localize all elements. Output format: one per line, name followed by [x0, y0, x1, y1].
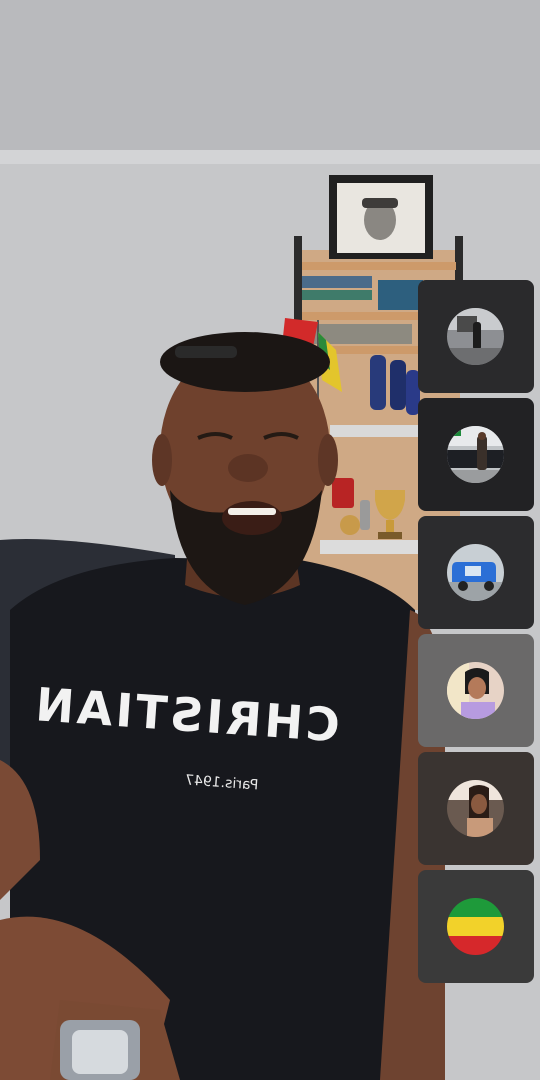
woman-portrait-photo-icon	[447, 780, 504, 837]
participant-tile-5[interactable]	[418, 752, 534, 865]
ethiopian-flag-icon	[447, 898, 504, 955]
participant-tile-1[interactable]	[418, 280, 534, 393]
participant-tile-2[interactable]	[418, 398, 534, 511]
person-street-photo-icon	[447, 308, 504, 365]
participant-tile-6[interactable]	[418, 870, 534, 983]
blue-tuk-tuk-photo-icon	[447, 544, 504, 601]
person-with-car-photo-icon	[447, 426, 504, 483]
woman-selfie-photo-icon	[447, 662, 504, 719]
participant-tile-4[interactable]	[418, 634, 534, 747]
participant-tile-3[interactable]	[418, 516, 534, 629]
live-video-stage: CHRISTIAN Paris.1947	[0, 0, 540, 1080]
